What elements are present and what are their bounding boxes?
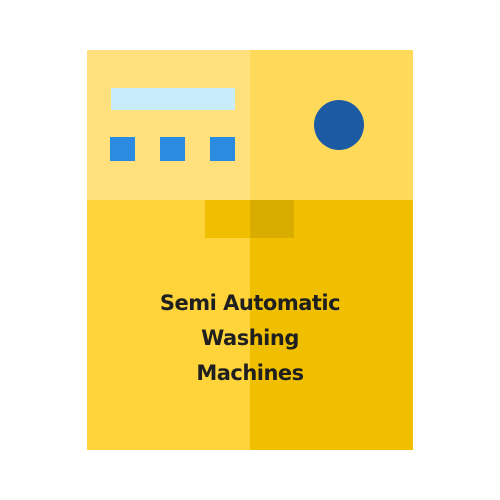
lid-handle-left [205,200,250,238]
washing-machine-icon: Semi Automatic Washing Machines [87,50,413,450]
control-panel-left [87,50,250,200]
control-button-1 [110,137,135,161]
caption-line-2: Washing [201,326,299,350]
dial-knob [314,100,364,150]
canvas: Semi Automatic Washing Machines [0,0,500,500]
control-button-2 [160,137,185,161]
display-screen [111,88,235,110]
caption-line-1: Semi Automatic [159,291,341,315]
product-caption: Semi Automatic Washing Machines [127,286,373,391]
control-button-3 [210,137,235,161]
caption-line-3: Machines [196,361,304,385]
lid-handle-right [250,200,294,238]
